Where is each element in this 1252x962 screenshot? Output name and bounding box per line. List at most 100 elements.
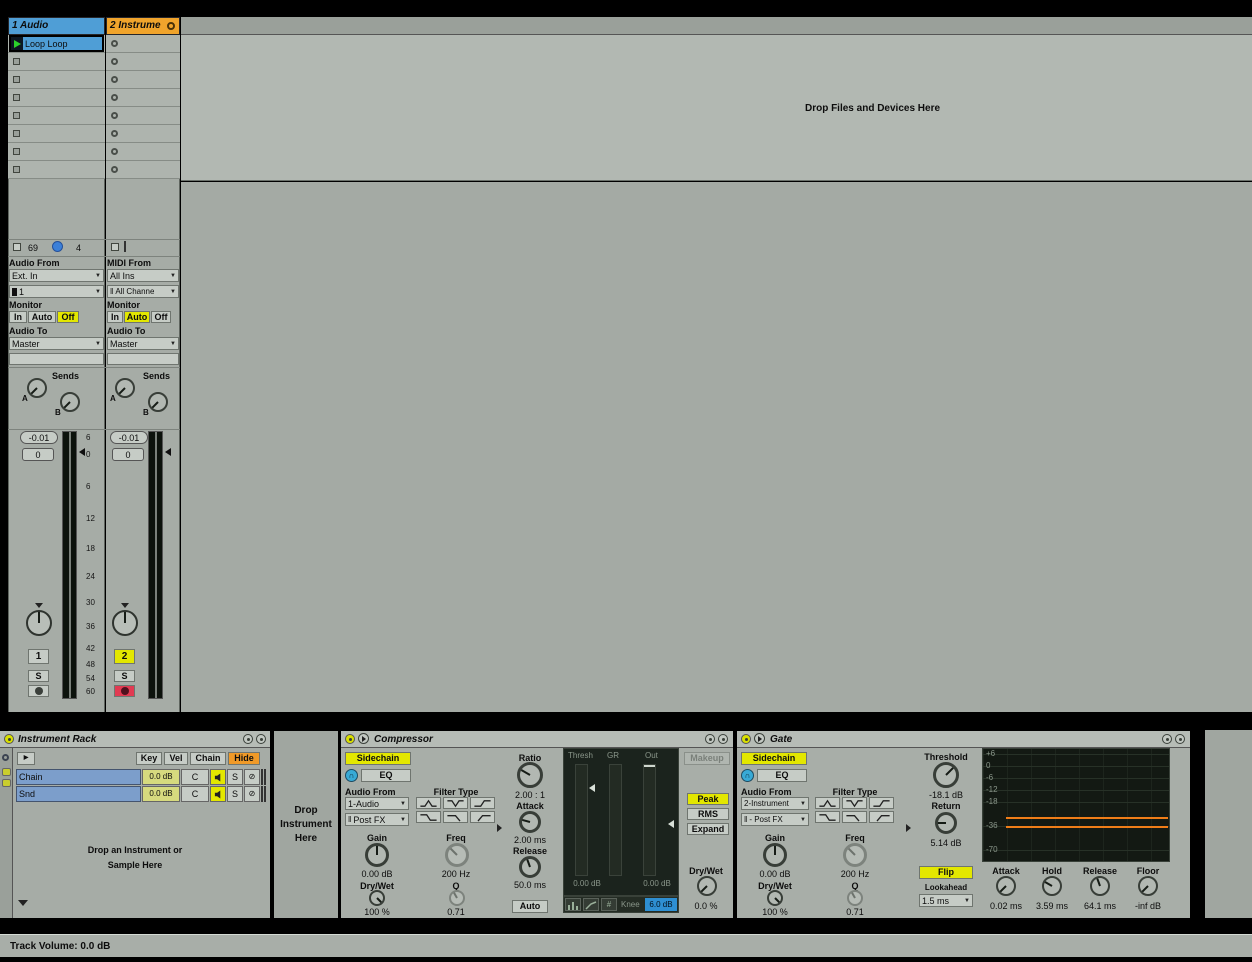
chain-name[interactable]: Chain xyxy=(16,769,141,785)
compressor-out-drywet-knob[interactable] xyxy=(697,876,717,896)
filter-highshelf-button[interactable] xyxy=(869,797,894,809)
track2-pan-knob[interactable] xyxy=(112,610,138,636)
clip-slot[interactable] xyxy=(106,107,180,125)
track1-activator-button[interactable]: 1 xyxy=(28,649,49,664)
track2-stop-all-icon[interactable] xyxy=(111,243,119,251)
filter-notch-button[interactable] xyxy=(842,797,867,809)
track1-input-type-select[interactable]: Ext. In ▼ xyxy=(9,269,104,282)
gate-save-preset-icon[interactable] xyxy=(1175,734,1185,744)
chain-volume-field[interactable]: 0.0 dB xyxy=(142,786,180,802)
clip-slot[interactable] xyxy=(106,125,180,143)
chain-name[interactable]: Snd xyxy=(16,786,141,802)
clip-slot[interactable] xyxy=(8,125,105,143)
gate-sidechain-button[interactable]: Sidechain xyxy=(741,752,807,765)
track1-solo-button[interactable]: S xyxy=(28,670,49,682)
rack-fold-button[interactable]: ▶ xyxy=(17,752,35,765)
rack-macro-view-icon[interactable] xyxy=(2,754,9,761)
gate-preview-icon[interactable] xyxy=(754,733,765,744)
compressor-hot-swap-icon[interactable] xyxy=(705,734,715,744)
gate-q-knob[interactable] xyxy=(847,890,863,906)
gate-title-bar[interactable] xyxy=(737,731,1190,748)
gate-eq-button[interactable]: EQ xyxy=(757,769,807,782)
gate-power-icon[interactable] xyxy=(741,734,751,744)
chain-volume-field[interactable]: 0.0 dB xyxy=(142,769,180,785)
track1-fader-handle-icon[interactable] xyxy=(79,448,85,456)
gate-attack-knob[interactable] xyxy=(996,876,1016,896)
clip-slot[interactable] xyxy=(106,53,180,71)
gate-lookahead-select[interactable]: 1.5 ms ▼ xyxy=(919,894,973,907)
track1-send-a-knob[interactable] xyxy=(27,378,47,398)
track1-send-b-knob[interactable] xyxy=(60,392,80,412)
compressor-thresh-value[interactable]: 0.00 dB xyxy=(565,880,609,888)
track1-pan-knob[interactable] xyxy=(26,610,52,636)
activity-view-button[interactable] xyxy=(565,898,581,911)
gate-hot-swap-icon[interactable] xyxy=(1162,734,1172,744)
rack-save-preset-icon[interactable] xyxy=(256,734,266,744)
clip-slot[interactable] xyxy=(106,89,180,107)
chain-pan-field[interactable]: C xyxy=(181,786,209,802)
filter-lowpass-button[interactable] xyxy=(443,811,468,823)
track2-send-b-knob[interactable] xyxy=(148,392,168,412)
track2-solo-button[interactable]: S xyxy=(114,670,135,682)
compressor-audio-from-select[interactable]: 1-Audio ▼ xyxy=(345,797,409,810)
track1-monitor-auto-button[interactable]: Auto xyxy=(28,311,56,323)
gate-flip-button[interactable]: Flip xyxy=(919,866,973,879)
rack-unfold-icon[interactable] xyxy=(18,900,28,906)
track2-monitor-off-button[interactable]: Off xyxy=(151,311,171,323)
clip-slot[interactable] xyxy=(8,89,105,107)
compressor-tap-point-select[interactable]: ‖ Post FX ▼ xyxy=(345,813,409,826)
track2-pan-field[interactable]: 0 xyxy=(112,448,144,461)
track1-pan-field[interactable]: 0 xyxy=(22,448,54,461)
track2-input-channel-select[interactable]: ‖ All Channe ▼ xyxy=(107,285,179,298)
track2-fader-handle-icon[interactable] xyxy=(165,448,171,456)
rack-chain-row[interactable]: Chain 0.0 dB C S ⊘ xyxy=(16,769,266,785)
gate-gain-knob[interactable] xyxy=(763,843,787,867)
knee-value-field[interactable]: 6.0 dB xyxy=(645,898,677,911)
track2-monitor-in-button[interactable]: In xyxy=(107,311,123,323)
clip-loop[interactable]: Loop Loop xyxy=(9,35,104,52)
track2-monitor-auto-button[interactable]: Auto xyxy=(124,311,150,323)
clip-slot[interactable] xyxy=(106,161,180,179)
track2-output-channel-select[interactable] xyxy=(107,353,179,365)
compressor-drywet-knob[interactable] xyxy=(369,890,385,906)
chain-solo-button[interactable]: S xyxy=(227,769,243,785)
filter-notch-button[interactable] xyxy=(443,797,468,809)
clip-slot[interactable] xyxy=(8,71,105,89)
compressor-gain-knob[interactable] xyxy=(365,843,389,867)
clip-slot[interactable] xyxy=(8,161,105,179)
clip-slot[interactable] xyxy=(8,53,105,71)
track1-input-channel-select[interactable]: 1 ▼ xyxy=(9,285,104,298)
rack-power-icon[interactable] xyxy=(4,734,14,744)
chain-hot-swap-icon[interactable]: ⊘ xyxy=(244,786,260,802)
track1-output-channel-select[interactable] xyxy=(9,353,104,365)
gate-drywet-knob[interactable] xyxy=(767,890,783,906)
track-header-2[interactable]: 2 Instrume xyxy=(106,17,180,35)
chain-activator-speaker-icon[interactable] xyxy=(210,769,226,785)
filter-lowshelf-button[interactable] xyxy=(416,811,441,823)
rack-chain-row[interactable]: Snd 0.0 dB C S ⊘ xyxy=(16,786,266,802)
compressor-rms-button[interactable]: RMS xyxy=(687,808,729,820)
track1-output-select[interactable]: Master ▼ xyxy=(9,337,104,350)
gate-return-knob[interactable] xyxy=(935,812,957,834)
gate-floor-knob[interactable] xyxy=(1138,876,1158,896)
clip-slot[interactable] xyxy=(106,35,180,53)
rack-key-button[interactable]: Key xyxy=(136,752,162,765)
track2-arm-button[interactable] xyxy=(114,685,135,697)
compressor-attack-knob[interactable] xyxy=(519,811,541,833)
rack-hot-swap-icon[interactable] xyxy=(243,734,253,744)
rack-vel-button[interactable]: Vel xyxy=(164,752,188,765)
compressor-listen-headphone-icon[interactable]: ∩ xyxy=(345,769,358,782)
chain-solo-button[interactable]: S xyxy=(227,786,243,802)
compressor-auto-release-button[interactable]: Auto xyxy=(512,900,548,913)
clip-slot[interactable] xyxy=(106,71,180,89)
filter-lowshelf-button[interactable] xyxy=(815,811,840,823)
compressor-save-preset-icon[interactable] xyxy=(718,734,728,744)
track1-stop-all-icon[interactable] xyxy=(13,243,21,251)
track2-output-select[interactable]: Master ▼ xyxy=(107,337,179,350)
gate-listen-headphone-icon[interactable]: ∩ xyxy=(741,769,754,782)
track2-send-a-knob[interactable] xyxy=(115,378,135,398)
compressor-q-knob[interactable] xyxy=(449,890,465,906)
track2-volume-field[interactable]: -0.01 xyxy=(110,431,148,444)
rack-device-view-icon[interactable] xyxy=(2,779,11,787)
track1-monitor-in-button[interactable]: In xyxy=(9,311,27,323)
